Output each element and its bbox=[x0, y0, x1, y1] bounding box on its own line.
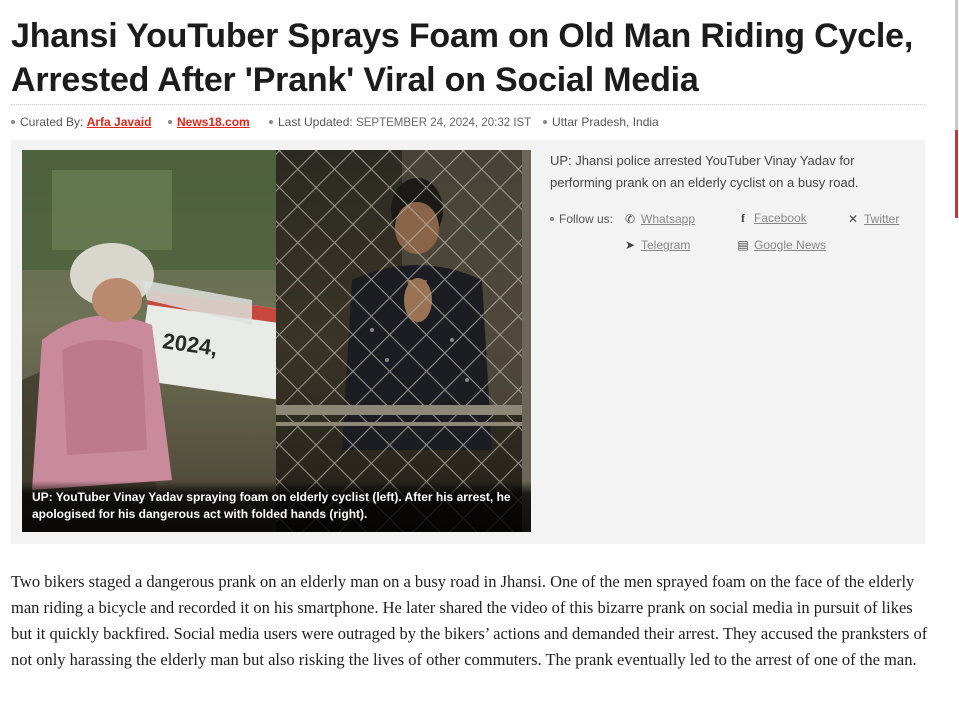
article-body-paragraph: Two bikers staged a dangerous prank on a… bbox=[11, 572, 928, 669]
share-twitter-label: Twitter bbox=[864, 212, 900, 226]
bullet-dot bbox=[550, 216, 554, 221]
article-summary: UP: Jhansi police arrested YouTuber Vina… bbox=[550, 153, 859, 190]
bullet-dot bbox=[543, 119, 547, 124]
share-whatsapp[interactable]: ✆ Whatsapp bbox=[623, 210, 695, 228]
hero-section: 2024, UP: YouTuber Vinay Yadav spraying … bbox=[11, 140, 925, 544]
hero-caption: UP: YouTuber Vinay Yadav spraying foam o… bbox=[22, 481, 531, 532]
last-updated-value: SEPTEMBER 24, 2024, 20:32 IST bbox=[356, 117, 532, 129]
follow-label: Follow us: bbox=[550, 210, 613, 228]
follow-label-text: Follow us: bbox=[559, 212, 614, 226]
facebook-icon: f bbox=[741, 211, 745, 225]
location: Uttar Pradesh, India bbox=[543, 113, 659, 131]
hero-image: 2024, UP: YouTuber Vinay Yadav spraying … bbox=[22, 150, 531, 532]
x-twitter-icon: ✕ bbox=[847, 212, 859, 226]
bullet-dot bbox=[168, 119, 172, 124]
last-updated-label: Last Updated: bbox=[278, 115, 353, 129]
share-google-news-label: Google News bbox=[754, 238, 827, 252]
source-link[interactable]: News18.com bbox=[177, 115, 250, 129]
share-facebook-label: Facebook bbox=[754, 211, 807, 225]
share-telegram-label: Telegram bbox=[641, 238, 691, 252]
whatsapp-icon: ✆ bbox=[624, 212, 636, 226]
scrollbar-thumb[interactable] bbox=[955, 130, 958, 218]
article-headline: Jhansi YouTuber Sprays Foam on Old Man R… bbox=[11, 17, 914, 99]
bullet-dot bbox=[11, 119, 15, 124]
google-news-icon: ▤ bbox=[737, 238, 749, 252]
curated-by: Curated By: Arfa Javaid bbox=[11, 113, 151, 131]
share-google-news[interactable]: ▤ Google News bbox=[736, 236, 826, 254]
article-meta: Curated By: Arfa Javaid News18.com Last … bbox=[11, 113, 925, 131]
share-facebook[interactable]: f Facebook bbox=[736, 209, 807, 227]
meta-divider bbox=[11, 104, 925, 105]
author-link[interactable]: Arfa Javaid bbox=[87, 115, 152, 129]
location-text: Uttar Pradesh, India bbox=[552, 115, 659, 129]
source: News18.com bbox=[168, 113, 250, 131]
bullet-dot bbox=[269, 119, 273, 124]
share-telegram[interactable]: ➤ Telegram bbox=[623, 236, 690, 254]
share-twitter[interactable]: ✕ Twitter bbox=[846, 210, 899, 228]
telegram-icon: ➤ bbox=[624, 238, 636, 252]
last-updated: Last Updated: SEPTEMBER 24, 2024, 20:32 … bbox=[269, 113, 531, 132]
hero-photo-illustration: 2024, bbox=[22, 150, 531, 532]
curated-by-label: Curated By: bbox=[20, 115, 84, 129]
share-whatsapp-label: Whatsapp bbox=[641, 212, 696, 226]
